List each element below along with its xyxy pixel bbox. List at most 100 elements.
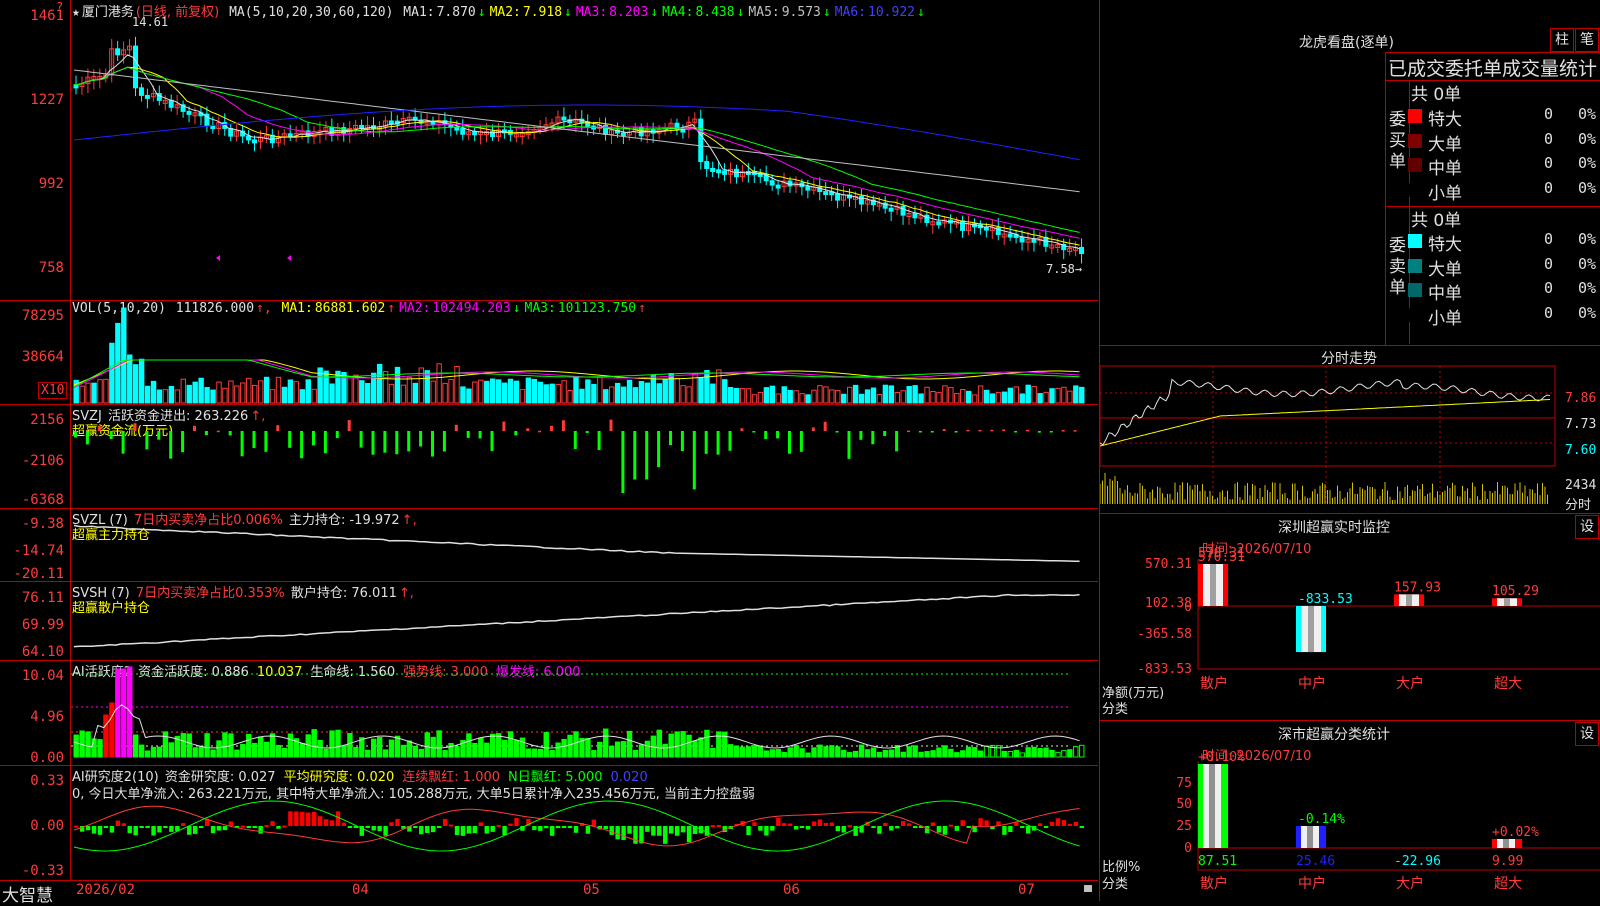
research-bar: [377, 826, 382, 832]
research-bar: [674, 826, 680, 836]
research-bar: [127, 826, 132, 834]
bar-core: [1406, 594, 1412, 606]
candle: [133, 45, 138, 89]
cls-bar: [1296, 826, 1326, 848]
flow-bar: [942, 429, 946, 431]
active-bar: [841, 749, 847, 758]
svsh-pane[interactable]: 76.11 69.99 64.10 SVSH (7) 7日内买卖净占比0.353…: [0, 581, 1098, 661]
cls-category: 散户: [1200, 875, 1228, 892]
active-bar: [275, 744, 282, 758]
active-bar: [317, 739, 323, 758]
buy-order-label: 委买单: [1389, 110, 1406, 172]
y-tick: -9.38: [21, 516, 64, 532]
active-bar: [472, 742, 478, 758]
candle: [710, 167, 716, 172]
cls-top-label: +0.02%: [1492, 825, 1539, 840]
volume-bar: [971, 394, 978, 404]
active-bar: [335, 729, 341, 758]
sz-value-label: 157.93: [1394, 580, 1441, 595]
active-bar: [692, 740, 698, 758]
active-bar: [829, 745, 835, 758]
active-bar: [1019, 752, 1025, 758]
sz-monitor-panel[interactable]: 深圳超赢实时监控 设 时间: 2026/07/10 570.31 102.38 0-…: [1099, 513, 1600, 721]
row-name: 小单: [1428, 183, 1462, 204]
research-bar: [942, 826, 948, 835]
svzl-pane[interactable]: -9.38 -14.74 -20.11 SVZL (7) 7日内买卖净占比0.0…: [0, 508, 1098, 582]
active-bar: [1031, 746, 1037, 758]
sz-bar: [1394, 594, 1424, 606]
date-axis: 大智慧 2026/02 04 05 06 07: [0, 880, 1098, 906]
active-bar: [537, 748, 544, 758]
cls-category: 超大: [1494, 876, 1522, 892]
active-bar: [73, 734, 79, 758]
volume-bar: [852, 384, 859, 404]
research-bar: [561, 826, 567, 828]
ai-research-pane[interactable]: 0.33 0.00 -0.33 AI研究度2(10) 资金研究度: 0.027 平…: [0, 765, 1098, 879]
research-bar: [139, 826, 144, 828]
intraday-tick: 7.60: [1565, 443, 1597, 458]
flow-bar: [585, 431, 589, 434]
active-bar: [495, 733, 502, 758]
row-name: 中单: [1428, 284, 1462, 304]
volume-bar: [507, 378, 514, 404]
research-bar: [966, 826, 971, 828]
active-bar: [252, 742, 258, 758]
active-bar: [109, 702, 115, 758]
research-bar: [395, 818, 400, 826]
volume-bar: [733, 387, 740, 404]
active-bar: [341, 745, 347, 758]
stats-title: 已成交委托单成交量统计: [1388, 58, 1598, 80]
tick-mode-button[interactable]: 笔: [1575, 28, 1599, 52]
volume-bar: [1043, 391, 1049, 404]
intraday-tick: 7.73: [1565, 417, 1597, 432]
row-pct: 0%: [1578, 105, 1597, 123]
flow-bar: [1014, 431, 1018, 433]
candle: [1043, 236, 1049, 247]
flow-bar: [454, 424, 458, 431]
sz-monitor-chart: 570.31102.380-365.58-833.53570.31散户-833.…: [1137, 546, 1600, 692]
volume-pane[interactable]: 78295 38664 X10 VOL(5,10,20) 111826.000 ↑…: [0, 300, 1098, 405]
candle: [1031, 238, 1037, 243]
volume-bar: [323, 370, 329, 404]
svzj-chart: [74, 419, 1077, 494]
research-bar: [276, 826, 281, 829]
row-name: 中单: [1428, 159, 1462, 179]
lock-icon[interactable]: [1084, 885, 1092, 892]
bar-mode-button[interactable]: 柱: [1550, 28, 1574, 52]
row-count: 0: [1544, 230, 1554, 248]
active-bar: [1013, 749, 1019, 758]
candle: [888, 207, 894, 212]
y-tick: 64.10: [21, 644, 64, 660]
volume-bar: [841, 393, 847, 404]
color-swatch: [1408, 158, 1422, 172]
active-bar: [745, 746, 752, 758]
price-pane[interactable]: 1461 1227 992 758 ? ★ 厦门港务 (日线, 前复权) MA(5,…: [0, 0, 1098, 301]
active-bar: [115, 668, 121, 758]
research-bar: [758, 826, 763, 831]
volume-bar: [394, 366, 401, 404]
research-bar: [663, 826, 668, 844]
research-bar: [115, 820, 121, 826]
intraday-panel[interactable]: 分时走势 7.86 7.73 7.60 2434 分时: [1099, 345, 1600, 514]
flow-bar: [669, 431, 672, 446]
candle: [805, 186, 811, 191]
flow-bar: [1073, 430, 1077, 432]
active-bar: [656, 729, 662, 758]
row-count: 0: [1544, 129, 1554, 148]
active-bar: [103, 714, 109, 758]
active-bar: [763, 750, 770, 758]
volume-bar: [960, 389, 966, 404]
volume-bar: [668, 372, 674, 404]
svzj-pane[interactable]: 2156 -2106 -6368 SVZJ 活跃资金进出: 263.226 ↑, …: [0, 404, 1098, 509]
svzl-y-axis: -9.38 -14.74 -20.11: [0, 508, 71, 582]
active-bar: [91, 738, 97, 758]
research-bar: [389, 822, 394, 826]
active-bar: [597, 741, 603, 758]
volume-bar: [180, 378, 186, 404]
ai-active-pane[interactable]: 10.04 4.96 0.00 AI活跃度2 资金活跃度: 0.886 10.03…: [0, 660, 1098, 766]
research-bar: [835, 826, 840, 832]
cls-stats-panel[interactable]: 深市超赢分类统计 设 时间: 2026/07/10 75 50 25 0 +0.10% 8…: [1099, 720, 1600, 901]
flow-bar: [716, 431, 720, 455]
volume-bar: [954, 393, 960, 404]
research-bar: [294, 811, 299, 826]
